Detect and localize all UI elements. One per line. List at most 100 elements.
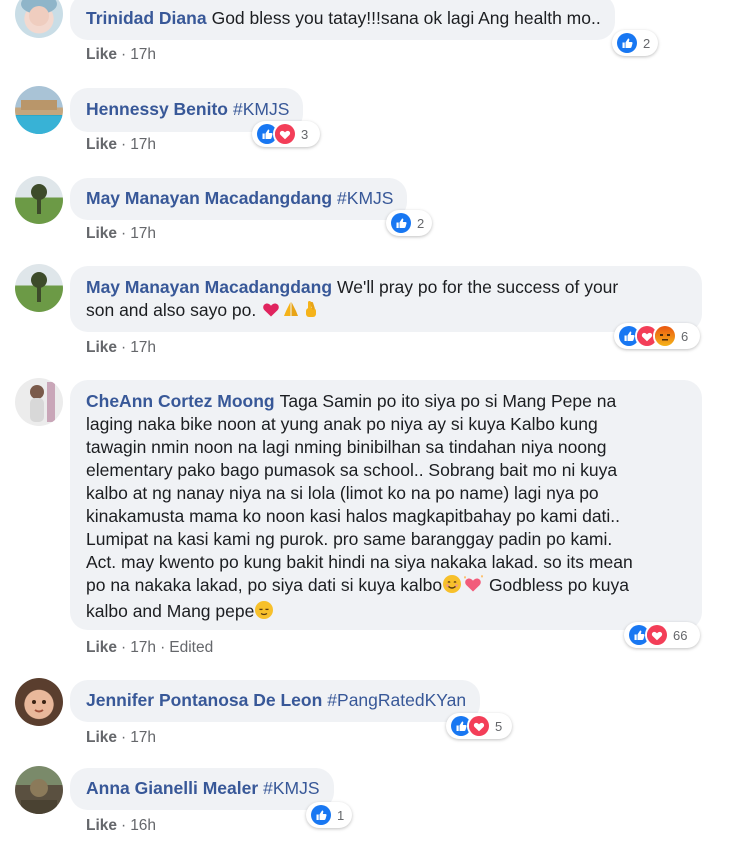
- reaction-summary[interactable]: 3: [252, 121, 320, 147]
- reaction-summary[interactable]: 5: [446, 713, 512, 739]
- comment-time[interactable]: 17h: [130, 225, 156, 242]
- comment-time[interactable]: 17h: [130, 729, 156, 746]
- comment-text-line: Taga Samin po ito siya po si Mang Pepe n…: [279, 391, 617, 411]
- comment-text: God bless you tatay!!!sana ok lagi Ang h…: [211, 8, 601, 28]
- comment-text-line: tawagin nmin noon na lagi nming binibilh…: [86, 437, 607, 457]
- comment-time[interactable]: 16h: [130, 817, 156, 834]
- comment-actions: Like · 16h: [86, 817, 156, 835]
- reaction-count: 2: [643, 35, 651, 51]
- like-reaction-icon: [615, 31, 639, 55]
- like-button[interactable]: Like: [86, 339, 117, 356]
- edited-label[interactable]: Edited: [169, 639, 213, 656]
- love-reaction-icon: [467, 714, 491, 738]
- separator: ·: [121, 729, 127, 746]
- avatar[interactable]: [15, 0, 63, 38]
- comment-time[interactable]: 17h: [130, 339, 156, 356]
- sparkling-heart-emoji: [462, 574, 484, 600]
- relieved-face-emoji: [254, 600, 274, 626]
- avatar[interactable]: [15, 766, 63, 814]
- hashtag-link[interactable]: #PangRatedKYan: [327, 690, 466, 710]
- comment-time[interactable]: 17h: [130, 136, 156, 153]
- reaction-count: 5: [495, 718, 503, 734]
- comment-text-line: kalbo at ng nanay niya na si lola (limot…: [86, 483, 599, 503]
- comment-author[interactable]: Jennifer Pontanosa De Leon: [86, 690, 322, 710]
- comment-text-line: elementary pako bago pumasok sa school..…: [86, 460, 618, 480]
- avatar[interactable]: [15, 678, 63, 726]
- comment-text-line: kalbo and Mang pepe: [86, 601, 255, 621]
- reaction-count: 1: [337, 807, 345, 823]
- comment-bubble: Jennifer Pontanosa De Leon #PangRatedKYan: [70, 680, 481, 722]
- avatar-image: [32, 700, 46, 713]
- like-button[interactable]: Like: [86, 639, 117, 656]
- avatar[interactable]: [15, 378, 63, 426]
- hashtag-link[interactable]: #KMJS: [233, 99, 289, 119]
- avatar-image: [30, 382, 55, 422]
- red-heart-emoji: [261, 299, 281, 325]
- comment-actions: Like · 17h: [86, 225, 156, 243]
- comment-time[interactable]: 17h: [130, 46, 156, 63]
- comment-actions: Like · 17h: [86, 729, 156, 747]
- separator: ·: [160, 639, 166, 656]
- comment-bubble: Trinidad Diana God bless you tatay!!!sana…: [70, 0, 615, 40]
- comment-actions: Like · 17h: [86, 46, 156, 64]
- avatar[interactable]: [15, 264, 63, 312]
- like-button[interactable]: Like: [86, 729, 117, 746]
- comment-bubble: May Manayan Macadangdang We'll pray po fo…: [70, 266, 702, 332]
- comment-author[interactable]: CheAnn Cortez Moong: [86, 391, 275, 411]
- comment-text-line: Godbless po kuya: [488, 575, 630, 595]
- comment-author[interactable]: Hennessy Benito: [86, 99, 228, 119]
- comment-author[interactable]: May Manayan Macadangdang: [86, 277, 332, 297]
- avatar-image: [21, 0, 57, 26]
- reaction-summary[interactable]: 6: [614, 323, 700, 349]
- hashtag-link[interactable]: #KMJS: [263, 778, 319, 798]
- comment-bubble: CheAnn Cortez Moong Taga Samin po ito siy…: [70, 380, 702, 630]
- comment-text-line: Act. may kwento po kung bakit hindi na s…: [86, 552, 633, 572]
- comment-text-line: laging naka bike noon at yung anak po ni…: [86, 414, 598, 434]
- separator: ·: [121, 136, 127, 153]
- like-reaction-icon: [389, 211, 413, 235]
- comment-text-line: po na nakaka lakad, po siya dati si kuya…: [86, 575, 443, 595]
- comment-author[interactable]: May Manayan Macadangdang: [86, 188, 332, 208]
- crossed-fingers-emoji: [301, 299, 321, 325]
- comment-actions: Like · 17h: [86, 136, 156, 154]
- avatar-image: [15, 100, 63, 134]
- love-reaction-icon: [645, 623, 669, 647]
- reaction-summary[interactable]: 1: [306, 802, 352, 828]
- hashtag-link[interactable]: #KMJS: [337, 188, 393, 208]
- comment-text-line: son and also sayo po.: [86, 300, 257, 320]
- praying-hands-emoji: [281, 299, 301, 325]
- comment-author[interactable]: Anna Gianelli Mealer: [86, 778, 258, 798]
- like-button[interactable]: Like: [86, 817, 117, 834]
- reaction-count: 66: [673, 627, 688, 643]
- avatar-image: [31, 272, 47, 302]
- separator: ·: [121, 339, 127, 356]
- comment-text-line: kinakamusta mama ko noon kasi halos magk…: [86, 506, 621, 526]
- reaction-summary[interactable]: 66: [624, 622, 700, 648]
- reaction-count: 2: [417, 215, 425, 231]
- comment-bubble: May Manayan Macadangdang #KMJS: [70, 178, 408, 220]
- comment-author[interactable]: Trinidad Diana: [86, 8, 207, 28]
- like-button[interactable]: Like: [86, 225, 117, 242]
- smiling-face-emoji: [442, 574, 462, 600]
- like-reaction-icon: [309, 803, 333, 827]
- separator: ·: [121, 817, 127, 834]
- avatar-image: [21, 779, 57, 814]
- comment-actions: Like · 17h: [86, 339, 156, 357]
- comment-bubble: Anna Gianelli Mealer #KMJS: [70, 768, 334, 810]
- angry-reaction-icon: [653, 324, 677, 348]
- avatar-image: [31, 184, 47, 214]
- comment-text-line: We'll pray po for the success of your: [337, 277, 619, 297]
- comment-time[interactable]: 17h: [130, 639, 156, 656]
- comment-actions: Like · 17h · Edited: [86, 639, 213, 657]
- like-button[interactable]: Like: [86, 46, 117, 63]
- avatar[interactable]: [15, 176, 63, 224]
- like-button[interactable]: Like: [86, 136, 117, 153]
- reaction-count: 3: [301, 126, 309, 142]
- avatar[interactable]: [15, 86, 63, 134]
- separator: ·: [121, 639, 127, 656]
- reaction-count: 6: [681, 328, 689, 344]
- love-reaction-icon: [273, 122, 297, 146]
- separator: ·: [121, 225, 127, 242]
- reaction-summary[interactable]: 2: [612, 30, 658, 56]
- reaction-summary[interactable]: 2: [386, 210, 432, 236]
